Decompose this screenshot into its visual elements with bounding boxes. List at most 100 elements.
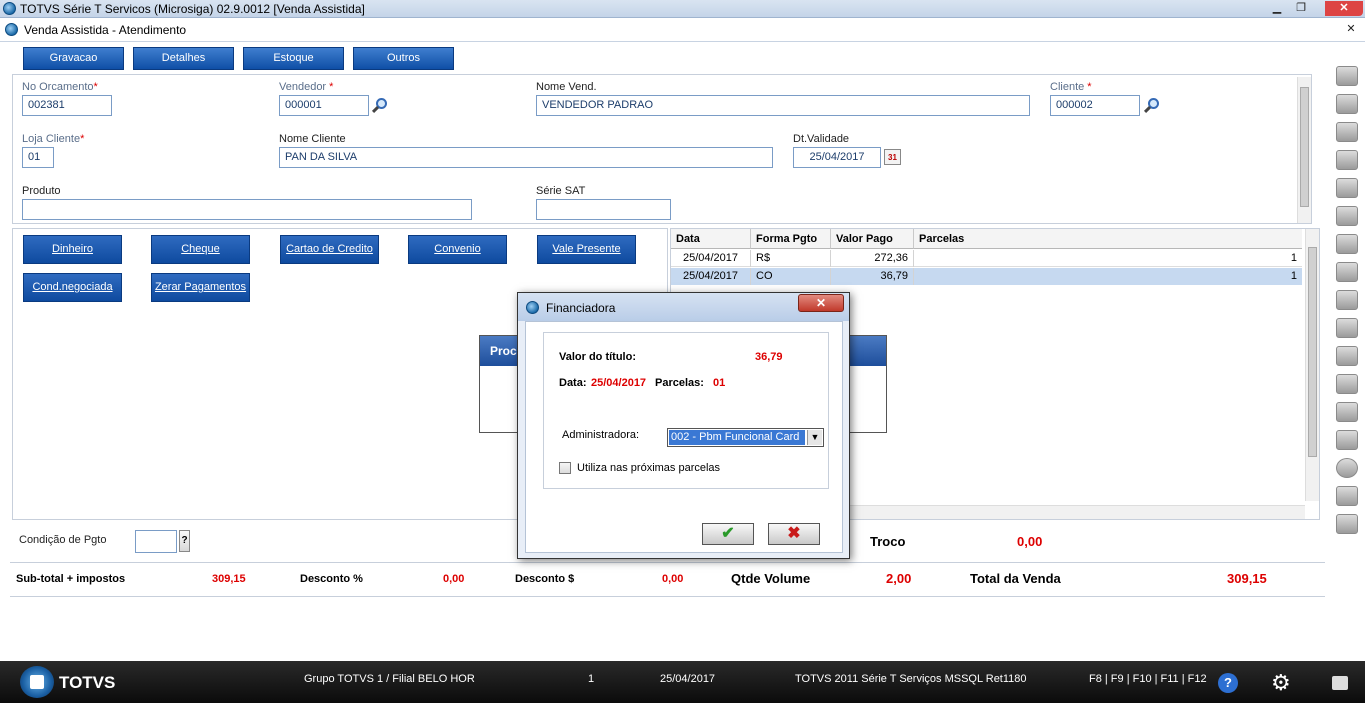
lock-icon[interactable] — [1332, 676, 1348, 690]
notepad-icon[interactable] — [1336, 346, 1358, 366]
vendedor-search-icon[interactable] — [371, 97, 389, 115]
form-scrollbar[interactable] — [1297, 77, 1311, 223]
brand-name: TOTVS — [59, 673, 116, 692]
financiadora-body: Valor do título: 36,79 Data: 25/04/2017 … — [525, 321, 843, 553]
function-keys[interactable]: F8 | F9 | F10 | F11 | F12 — [1089, 673, 1207, 685]
cell-forma: R$ — [751, 250, 831, 267]
help-icon[interactable]: ? — [1218, 673, 1238, 693]
table-row-selected[interactable]: 25/04/2017 CO 36,79 1 — [671, 268, 1302, 285]
loja-cliente-label: Loja Cliente* — [22, 133, 85, 145]
zerar-pagamentos-button[interactable]: Zerar Pagamentos — [151, 273, 250, 302]
table-row[interactable]: 25/04/2017 R$ 272,36 1 — [671, 250, 1302, 267]
form-scrollbar-thumb[interactable] — [1300, 87, 1309, 207]
valor-titulo-value: 36,79 — [755, 351, 783, 363]
convenio-button[interactable]: Convenio — [408, 235, 507, 264]
desconto-pct-label: Desconto % — [300, 573, 363, 585]
grupo-filial: Grupo TOTVS 1 / Filial BELO HOR — [304, 673, 475, 685]
produto-field[interactable] — [22, 199, 472, 220]
detalhes-button[interactable]: Detalhes — [133, 47, 234, 70]
truck-icon[interactable] — [1336, 206, 1358, 226]
window-title: TOTVS Série T Servicos (Microsiga) 02.9.… — [20, 2, 365, 16]
financiadora-title: Financiadora — [546, 301, 616, 315]
produto-label: Produto — [22, 185, 61, 197]
troco-value: 0,00 — [1017, 534, 1043, 549]
status-date: 25/04/2017 — [660, 673, 716, 685]
administradora-label: Administradora: — [562, 429, 640, 441]
cell-forma: CO — [751, 268, 831, 285]
window-titlebar: TOTVS Série T Servicos (Microsiga) 02.9.… — [0, 0, 1365, 18]
cond-negociada-button[interactable]: Cond.negociada — [23, 273, 122, 302]
financiadora-titlebar: Financiadora ✕ — [518, 293, 849, 321]
cliente-field[interactable]: 000002 — [1050, 95, 1140, 116]
screen-header: Venda Assistida - Atendimento ✕ — [0, 18, 1365, 42]
confirm-button[interactable]: ✔ — [702, 523, 754, 545]
col-header-parcelas[interactable]: Parcelas — [914, 229, 1302, 249]
serie-sat-label: Série SAT — [536, 185, 586, 197]
vendedor-field[interactable]: 000001 — [279, 95, 369, 116]
total-venda-label: Total da Venda — [970, 571, 1061, 586]
restore-button[interactable]: ❐ — [1290, 1, 1312, 16]
copy-icon[interactable] — [1336, 486, 1358, 506]
minimize-button[interactable]: ▁ — [1266, 1, 1288, 16]
subtotal-value: 309,15 — [212, 573, 246, 585]
outros-button[interactable]: Outros — [353, 47, 454, 70]
print-icon[interactable] — [1336, 262, 1358, 282]
import-icon[interactable] — [1336, 122, 1358, 142]
chain-icon[interactable] — [1336, 374, 1358, 394]
cond-pgto-help-button[interactable]: ? — [179, 530, 190, 552]
cancel-button[interactable]: ✖ — [768, 523, 820, 545]
dt-validade-label: Dt.Validade — [793, 133, 850, 145]
calendar-icon[interactable]: 31 — [884, 149, 901, 165]
administradora-select[interactable]: 002 - Pbm Funcional Card ▼ — [667, 428, 824, 447]
estoque-button[interactable]: Estoque — [243, 47, 344, 70]
col-header-data[interactable]: Data — [671, 229, 751, 249]
search-document-icon[interactable] — [1336, 178, 1358, 198]
financiadora-dialog: Financiadora ✕ Valor do título: 36,79 Da… — [517, 292, 850, 559]
cond-pgto-field[interactable] — [135, 530, 177, 553]
stamp-icon[interactable] — [1336, 150, 1358, 170]
key-icon[interactable] — [1336, 318, 1358, 338]
financiadora-close-button[interactable]: ✕ — [798, 294, 844, 312]
save-icon[interactable] — [1336, 66, 1358, 86]
nome-vend-field[interactable]: VENDEDOR PADRAO — [536, 95, 1030, 116]
data-label: Data: — [559, 377, 587, 389]
serie-sat-field[interactable] — [536, 199, 671, 220]
nome-cliente-field[interactable]: PAN DA SILVA — [279, 147, 773, 168]
no-orcamento-field[interactable]: 002381 — [22, 95, 112, 116]
close-screen-button[interactable]: ✕ — [1340, 22, 1362, 37]
money-icon[interactable] — [1336, 290, 1358, 310]
cell-parcelas: 1 — [1290, 270, 1297, 282]
utiliza-proximas-label: Utiliza nas próximas parcelas — [577, 462, 721, 474]
col-header-valor[interactable]: Valor Pago — [831, 229, 914, 249]
dt-validade-field[interactable]: 25/04/2017 — [793, 147, 881, 168]
dinheiro-button[interactable]: Dinheiro — [23, 235, 122, 264]
gear-icon[interactable]: ⚙ — [1271, 672, 1295, 696]
vale-presente-button[interactable]: Vale Presente — [537, 235, 636, 264]
col-header-forma[interactable]: Forma Pgto — [751, 229, 831, 249]
grid-scrollbar-thumb[interactable] — [1308, 247, 1317, 457]
desconto-val-label: Desconto $ — [515, 573, 575, 585]
close-window-button[interactable]: ✕ — [1325, 1, 1363, 16]
grid-vertical-scrollbar[interactable] — [1305, 229, 1319, 501]
cheque-button[interactable]: Cheque — [151, 235, 250, 264]
cash-register-icon[interactable] — [1336, 234, 1358, 254]
financiadora-info-box: Valor do título: 36,79 Data: 25/04/2017 … — [543, 332, 829, 489]
nome-vend-label: Nome Vend. — [536, 81, 597, 93]
refresh-icon[interactable] — [1336, 402, 1358, 422]
cliente-label: Cliente * — [1050, 81, 1092, 93]
loja-cliente-field[interactable]: 01 — [22, 147, 54, 168]
utiliza-proximas-checkbox[interactable] — [559, 462, 571, 474]
gravacao-button[interactable]: Gravacao — [23, 47, 124, 70]
boxes-icon[interactable] — [1336, 430, 1358, 450]
session-number: 1 — [588, 673, 595, 685]
chart-icon[interactable] — [1336, 514, 1358, 534]
cliente-search-icon[interactable] — [1143, 97, 1161, 115]
desconto-pct-value: 0,00 — [443, 573, 465, 585]
hammer-icon[interactable] — [1336, 94, 1358, 114]
clock-icon[interactable] — [1336, 458, 1358, 478]
chevron-down-icon[interactable]: ▼ — [807, 430, 822, 445]
subtotal-label: Sub-total + impostos — [16, 573, 126, 585]
cartao-credito-button[interactable]: Cartao de Credito — [280, 235, 379, 264]
screen-title: Venda Assistida - Atendimento — [24, 23, 187, 37]
desconto-val-value: 0,00 — [662, 573, 684, 585]
